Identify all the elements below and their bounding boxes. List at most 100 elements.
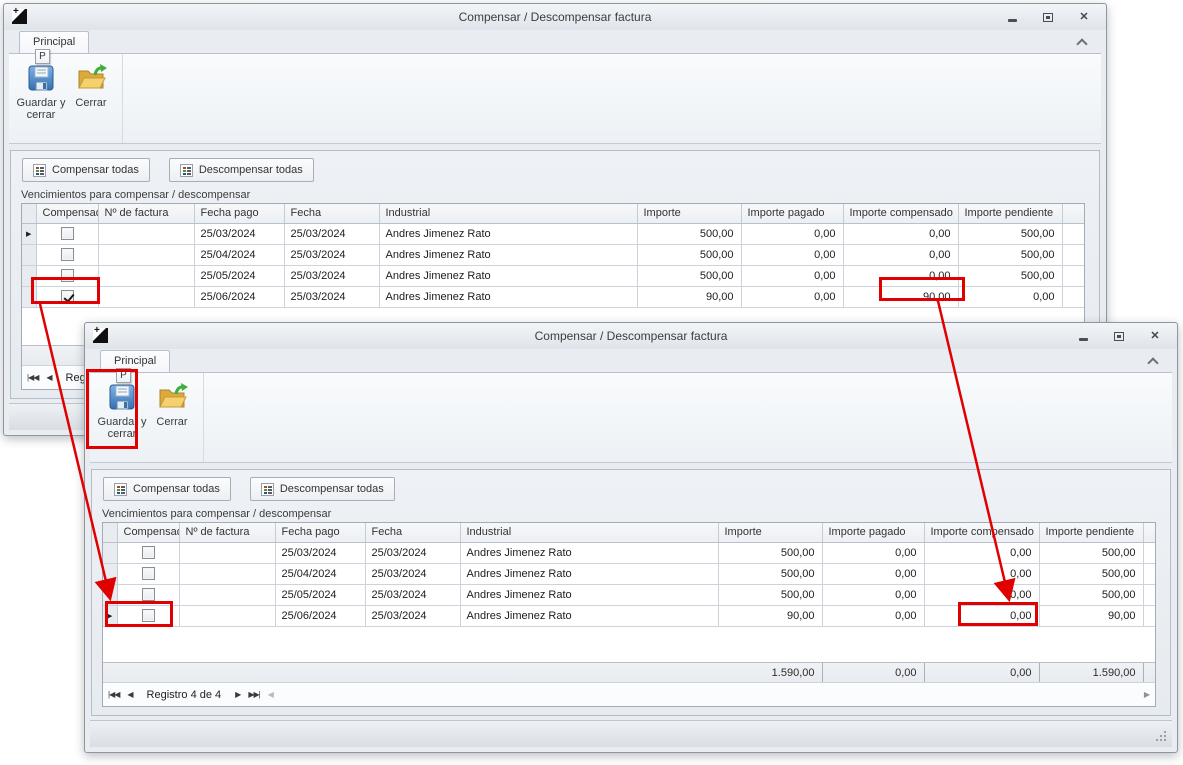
col-importe-pagado[interactable]: Importe pagado bbox=[741, 204, 843, 223]
table-row[interactable]: 25/03/202425/03/2024Andres Jimenez Rato5… bbox=[103, 542, 1155, 563]
maximize-button[interactable] bbox=[1113, 330, 1125, 342]
industrial-cell[interactable]: Andres Jimenez Rato bbox=[379, 223, 637, 244]
fecha-cell[interactable]: 25/03/2024 bbox=[365, 605, 460, 626]
minimize-button[interactable] bbox=[1006, 11, 1018, 23]
compensada-cell[interactable] bbox=[117, 542, 179, 563]
factura-cell[interactable] bbox=[179, 584, 275, 605]
compensada-cell[interactable] bbox=[36, 286, 98, 307]
importe-cell[interactable]: 90,00 bbox=[637, 286, 741, 307]
importe-pendiente-cell[interactable]: 500,00 bbox=[958, 223, 1062, 244]
importe-pagado-cell[interactable]: 0,00 bbox=[741, 286, 843, 307]
compensada-cell[interactable] bbox=[117, 584, 179, 605]
industrial-cell[interactable]: Andres Jimenez Rato bbox=[379, 244, 637, 265]
importe-cell[interactable]: 500,00 bbox=[718, 542, 822, 563]
compensada-checkbox[interactable] bbox=[142, 609, 155, 622]
factura-cell[interactable] bbox=[179, 563, 275, 584]
col-compensada[interactable]: Compensada bbox=[36, 204, 98, 223]
industrial-cell[interactable]: Andres Jimenez Rato bbox=[379, 265, 637, 286]
industrial-cell[interactable]: Andres Jimenez Rato bbox=[460, 563, 718, 584]
collapse-ribbon-button[interactable] bbox=[1076, 37, 1088, 49]
minimize-button[interactable] bbox=[1077, 330, 1089, 342]
compensada-cell[interactable] bbox=[36, 265, 98, 286]
importe-compensado-cell[interactable]: 0,00 bbox=[924, 605, 1039, 626]
importe-pagado-cell[interactable]: 0,00 bbox=[741, 265, 843, 286]
save-and-close-button[interactable]: Guardar y cerrar bbox=[97, 378, 147, 459]
factura-cell[interactable] bbox=[179, 605, 275, 626]
fecha-cell[interactable]: 25/03/2024 bbox=[284, 244, 379, 265]
tab-principal[interactable]: Principal bbox=[100, 350, 170, 372]
fecha-pago-cell[interactable]: 25/03/2024 bbox=[194, 223, 284, 244]
importe-compensado-cell[interactable]: 0,00 bbox=[843, 265, 958, 286]
table-row[interactable]: 25/06/202425/03/2024Andres Jimenez Rato9… bbox=[22, 286, 1084, 307]
table-row[interactable]: ▶25/06/202425/03/2024Andres Jimenez Rato… bbox=[103, 605, 1155, 626]
col-compensada[interactable]: Compensada bbox=[117, 523, 179, 542]
importe-pagado-cell[interactable]: 0,00 bbox=[822, 605, 924, 626]
cerrar-button[interactable]: Cerrar bbox=[147, 378, 197, 459]
importe-cell[interactable]: 500,00 bbox=[718, 584, 822, 605]
importe-pendiente-cell[interactable]: 0,00 bbox=[958, 286, 1062, 307]
factura-cell[interactable] bbox=[98, 286, 194, 307]
importe-compensado-cell[interactable]: 0,00 bbox=[843, 244, 958, 265]
col-factura[interactable]: Nº de factura bbox=[98, 204, 194, 223]
col-importe[interactable]: Importe bbox=[718, 523, 822, 542]
compensada-cell[interactable] bbox=[117, 563, 179, 584]
table-row[interactable]: 25/05/202425/03/2024Andres Jimenez Rato5… bbox=[103, 584, 1155, 605]
factura-cell[interactable] bbox=[179, 542, 275, 563]
tab-principal[interactable]: Principal bbox=[19, 31, 89, 53]
importe-pendiente-cell[interactable]: 90,00 bbox=[1039, 605, 1143, 626]
save-and-close-button[interactable]: Guardar y cerrar bbox=[16, 59, 66, 140]
fecha-cell[interactable]: 25/03/2024 bbox=[284, 265, 379, 286]
table-row[interactable]: 25/04/202425/03/2024Andres Jimenez Rato5… bbox=[103, 563, 1155, 584]
importe-pendiente-cell[interactable]: 500,00 bbox=[958, 244, 1062, 265]
factura-cell[interactable] bbox=[98, 244, 194, 265]
col-fecha[interactable]: Fecha bbox=[365, 523, 460, 542]
importe-pagado-cell[interactable]: 0,00 bbox=[741, 223, 843, 244]
compensada-checkbox[interactable] bbox=[61, 248, 74, 261]
fecha-cell[interactable]: 25/03/2024 bbox=[365, 563, 460, 584]
col-importe[interactable]: Importe bbox=[637, 204, 741, 223]
importe-pagado-cell[interactable]: 0,00 bbox=[822, 584, 924, 605]
importe-cell[interactable]: 500,00 bbox=[637, 223, 741, 244]
nav-first-button[interactable]: |◀◀ bbox=[108, 690, 119, 699]
fecha-pago-cell[interactable]: 25/05/2024 bbox=[275, 584, 365, 605]
scroll-left-button[interactable]: ◀ bbox=[268, 690, 273, 699]
nav-next-button[interactable]: ▶ bbox=[235, 690, 240, 699]
compensada-checkbox[interactable] bbox=[142, 567, 155, 580]
col-industrial[interactable]: Industrial bbox=[460, 523, 718, 542]
resize-grip[interactable] bbox=[1156, 731, 1168, 743]
table-row[interactable]: 25/04/202425/03/2024Andres Jimenez Rato5… bbox=[22, 244, 1084, 265]
compensar-todas-button[interactable]: Compensar todas bbox=[103, 477, 231, 501]
importe-compensado-cell[interactable]: 0,00 bbox=[924, 563, 1039, 584]
title-bar[interactable]: Compensar / Descompensar factura ✕ bbox=[4, 4, 1106, 30]
fecha-pago-cell[interactable]: 25/04/2024 bbox=[194, 244, 284, 265]
nav-first-button[interactable]: |◀◀ bbox=[27, 373, 38, 382]
col-fecha-pago[interactable]: Fecha pago bbox=[194, 204, 284, 223]
factura-cell[interactable] bbox=[98, 265, 194, 286]
nav-prev-button[interactable]: ◀ bbox=[46, 373, 51, 382]
col-importe-pagado[interactable]: Importe pagado bbox=[822, 523, 924, 542]
descompensar-todas-button[interactable]: Descompensar todas bbox=[250, 477, 395, 501]
importe-pagado-cell[interactable]: 0,00 bbox=[741, 244, 843, 265]
importe-pendiente-cell[interactable]: 500,00 bbox=[1039, 563, 1143, 584]
importe-pagado-cell[interactable]: 0,00 bbox=[822, 563, 924, 584]
close-button[interactable]: ✕ bbox=[1149, 330, 1161, 342]
fecha-cell[interactable]: 25/03/2024 bbox=[365, 542, 460, 563]
importe-compensado-cell[interactable]: 0,00 bbox=[924, 542, 1039, 563]
col-importe-compensado[interactable]: Importe compensado bbox=[843, 204, 958, 223]
fecha-cell[interactable]: 25/03/2024 bbox=[284, 286, 379, 307]
cerrar-button[interactable]: Cerrar bbox=[66, 59, 116, 140]
maximize-button[interactable] bbox=[1042, 11, 1054, 23]
importe-cell[interactable]: 500,00 bbox=[637, 244, 741, 265]
fecha-pago-cell[interactable]: 25/03/2024 bbox=[275, 542, 365, 563]
compensada-checkbox[interactable] bbox=[61, 269, 74, 282]
compensada-cell[interactable] bbox=[36, 223, 98, 244]
importe-cell[interactable]: 90,00 bbox=[718, 605, 822, 626]
importe-cell[interactable]: 500,00 bbox=[637, 265, 741, 286]
fecha-cell[interactable]: 25/03/2024 bbox=[365, 584, 460, 605]
importe-pendiente-cell[interactable]: 500,00 bbox=[1039, 584, 1143, 605]
compensada-checkbox[interactable] bbox=[61, 290, 74, 303]
descompensar-todas-button[interactable]: Descompensar todas bbox=[169, 158, 314, 182]
scroll-right-button[interactable]: ▶ bbox=[1144, 690, 1149, 699]
importe-compensado-cell[interactable]: 90,00 bbox=[843, 286, 958, 307]
fecha-pago-cell[interactable]: 25/06/2024 bbox=[194, 286, 284, 307]
